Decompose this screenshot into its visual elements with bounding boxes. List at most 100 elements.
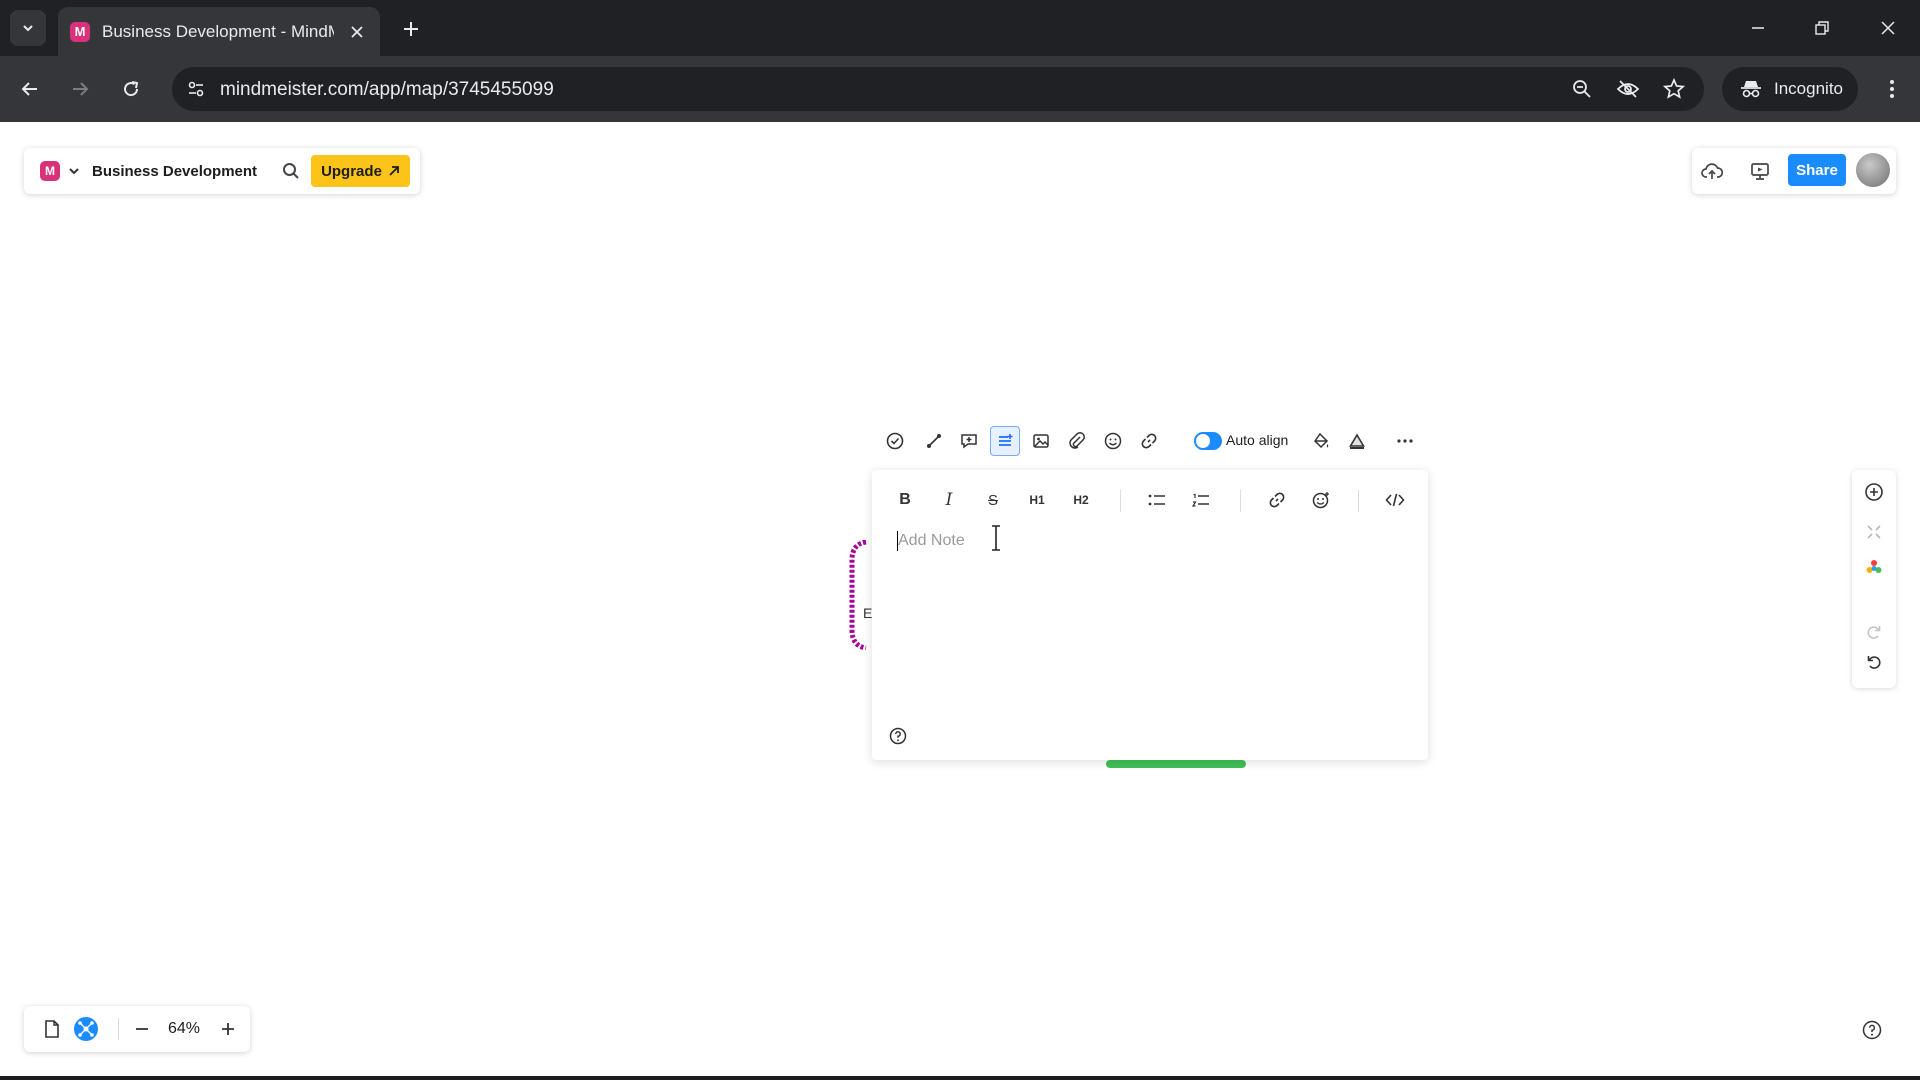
map-actions: Share [1692,148,1896,194]
triangle-icon [1349,433,1365,449]
presentation-button[interactable] [1748,159,1772,183]
strikethrough-button[interactable]: S [978,486,1008,514]
address-bar[interactable]: mindmeister.com/app/map/3745455099 [172,67,1704,111]
close-window-button[interactable] [1870,12,1906,44]
view-zoom-controls: 64% [24,1006,250,1052]
forward-button[interactable] [62,71,98,107]
text-color-button[interactable] [1342,426,1372,456]
add-topic-button[interactable] [1862,480,1886,504]
zoom-indicator-button[interactable] [1568,75,1596,103]
document-icon [45,1020,59,1038]
arrow-up-right-icon [389,166,399,176]
help-circle-icon [889,727,907,745]
browser-tab[interactable]: M Business Development - MindMeister [58,7,380,56]
map-title[interactable]: Business Development [92,163,257,180]
code-view-button[interactable] [1380,486,1410,514]
toolbar-divider [1358,490,1359,512]
note-button[interactable] [990,426,1020,456]
help-button[interactable] [1860,1018,1884,1042]
reload-button[interactable] [113,71,149,107]
mindmap-view-button[interactable] [74,1017,98,1041]
save-cloud-button[interactable] [1700,159,1724,183]
map-header: M Business Development Upgrade [24,148,420,194]
insert-emoji-button[interactable] [1306,486,1336,514]
minimize-window-button[interactable] [1740,12,1776,44]
close-icon [1881,21,1895,35]
note-text-input[interactable] [898,530,1398,552]
link-icon [1269,492,1285,508]
tracking-protection-button[interactable] [1614,75,1642,103]
comment-icon [961,434,977,449]
more-horizontal-icon [1397,439,1413,443]
tune-icon [188,81,204,97]
emoji-button[interactable] [1098,426,1128,456]
incognito-icon [1741,81,1761,98]
italic-button[interactable]: I [934,486,964,514]
zoom-divider [118,1018,119,1040]
zoom-out-button[interactable] [130,1017,154,1041]
window-bottom-edge [0,1076,1920,1080]
insert-link-button[interactable] [1262,486,1292,514]
share-button[interactable]: Share [1788,154,1846,186]
image-icon [1033,434,1049,448]
back-button[interactable] [12,71,48,107]
restore-icon [1815,21,1829,35]
tab-search-button[interactable] [10,10,46,46]
bookmark-button[interactable] [1660,75,1688,103]
focus-mode-button[interactable] [1862,520,1886,544]
style-button[interactable] [1306,426,1336,456]
minus-icon [136,1028,148,1030]
bold-button[interactable]: B [890,486,920,514]
collapse-icon [1867,525,1881,539]
browser-toolbar: mindmeister.com/app/map/3745455099 Incog… [0,56,1920,122]
undo-button[interactable] [1862,650,1886,674]
attachment-icon [1069,432,1085,449]
chevron-down-icon[interactable] [68,165,80,177]
mindmeister-favicon-icon: M [70,21,90,42]
heading-2-button[interactable]: H2 [1066,486,1096,514]
incognito-profile-button[interactable]: Incognito [1722,67,1858,111]
auto-align-label: Auto align [1226,432,1289,448]
browser-menu-button[interactable] [1874,71,1910,107]
avatar[interactable] [1856,153,1890,187]
incognito-label: Incognito [1774,79,1843,98]
zoom-level[interactable]: 64% [168,1020,200,1038]
new-tab-button[interactable] [396,14,426,44]
comment-button[interactable] [954,426,984,456]
check-circle-icon [886,432,904,450]
smiley-icon [1104,432,1122,450]
redo-icon [1867,626,1881,639]
image-button[interactable] [1026,426,1056,456]
search-button[interactable] [281,161,301,181]
zoom-in-button[interactable] [216,1017,240,1041]
upgrade-button[interactable]: Upgrade [311,155,410,187]
plus-icon [222,1023,234,1035]
restore-window-button[interactable] [1804,12,1840,44]
theme-button[interactable] [1862,556,1886,580]
add-emoji-icon [1312,492,1329,509]
mindmeister-logo-icon[interactable]: M [40,161,60,181]
link-button[interactable] [1134,426,1164,456]
heading-1-button[interactable]: H1 [1022,486,1052,514]
connector-icon [927,434,941,448]
numbered-list-button[interactable] [1186,486,1216,514]
redo-button[interactable] [1862,620,1886,644]
tab-close-button[interactable] [346,21,368,43]
help-circle-icon [1862,1020,1882,1040]
attachment-button[interactable] [1062,426,1092,456]
outline-view-button[interactable] [40,1017,64,1041]
note-help-button[interactable] [888,726,908,746]
browser-tab-bar: M Business Development - MindMeister [0,0,1920,56]
connect-button[interactable] [919,426,949,456]
text-cursor-icon [992,525,1000,551]
more-vertical-icon [1890,80,1894,98]
auto-align-toggle[interactable] [1194,432,1222,450]
note-icon [999,434,1013,446]
bullet-list-button[interactable] [1142,486,1172,514]
toolbar-divider [1240,490,1241,512]
site-info-button[interactable] [180,73,212,105]
presentation-icon [1751,163,1769,180]
star-icon [1663,78,1685,99]
task-button[interactable] [880,426,910,456]
more-options-button[interactable] [1390,426,1420,456]
